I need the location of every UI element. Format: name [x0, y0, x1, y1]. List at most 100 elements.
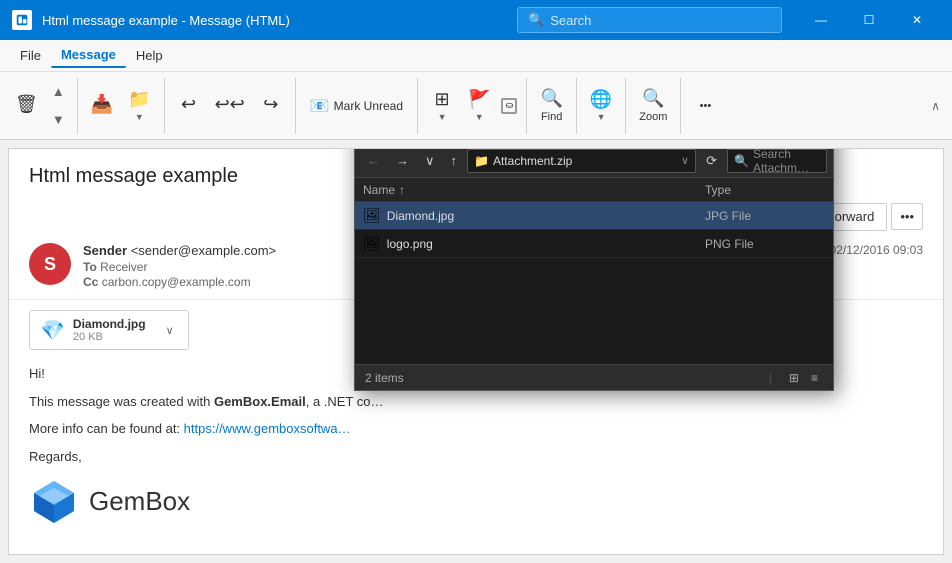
categorize-button[interactable]: ⊞ ▼ — [424, 78, 460, 134]
fe-file-logo-name: logo.png — [387, 237, 705, 251]
delete-down-arrow[interactable]: ▼ — [46, 106, 71, 134]
translate-button[interactable]: 🌐 ▼ — [583, 78, 619, 134]
menu-bar: File Message Help — [0, 40, 952, 72]
flag-icon: 🚩 — [468, 89, 490, 110]
fe-refresh-button[interactable]: ⟳ — [700, 150, 723, 172]
zoom-button[interactable]: 🔍 Zoom — [632, 78, 674, 134]
delete-icon: 🗑 — [15, 94, 38, 115]
fe-column-header: Name ↑ Type — [355, 178, 833, 202]
menu-file[interactable]: File — [10, 44, 51, 67]
maximize-button[interactable]: ☐ — [846, 0, 892, 40]
fe-address-bar[interactable]: 📁 Attachment.zip ∨ — [467, 149, 696, 173]
fe-file-diamond-type: JPG File — [705, 209, 825, 223]
flag-button[interactable]: 🚩 ▼ — [461, 78, 497, 134]
attachment-size: 20 KB — [73, 331, 146, 343]
close-button[interactable]: ✕ — [894, 0, 940, 40]
delete-button[interactable]: 🗑 — [8, 78, 45, 134]
reply-all-ribbon-button[interactable]: ↩↩ — [208, 78, 252, 134]
ribbon-collapse-button[interactable]: ∧ — [927, 95, 944, 117]
body-paragraph2: More info can be found at: https://www.g… — [29, 419, 923, 439]
find-label: Find — [541, 111, 562, 123]
forward-icon: ↪ — [263, 94, 278, 115]
attachment-box[interactable]: 💎 Diamond.jpg 20 KB ∨ — [29, 310, 189, 350]
email-more-button[interactable]: ••• — [891, 203, 923, 230]
fe-file-logo-icon: 🖼 — [363, 235, 381, 252]
fe-col-type[interactable]: Type — [705, 183, 825, 197]
fe-list-view-button[interactable]: ≡ — [806, 369, 823, 387]
gembox-brand-text: GemBox — [89, 486, 190, 517]
fe-status-bar: 2 items | ⊞ ≡ — [355, 364, 833, 390]
fe-file-logo-type: PNG File — [705, 237, 825, 251]
delete-nav: ▲ ▼ — [46, 78, 71, 134]
back-button[interactable]: ↩ — [171, 78, 207, 134]
delete-up-arrow[interactable]: ▲ — [46, 78, 71, 106]
menu-message[interactable]: Message — [51, 43, 126, 68]
search-box[interactable]: 🔍 — [517, 7, 782, 33]
app-logo — [12, 10, 32, 30]
ribbon-mark-group: 📧 Mark Unread — [302, 78, 418, 134]
fe-nav-chevron[interactable]: ∨ — [419, 150, 441, 172]
zoom-label: Zoom — [639, 111, 667, 123]
fe-grid-view-button[interactable]: ⊞ — [784, 369, 804, 387]
ribbon-archive-group: 📥 📁 ▼ — [84, 78, 165, 134]
reply-all-icon: ↩↩ — [215, 94, 245, 115]
find-icon: 🔍 — [540, 88, 562, 109]
fe-address-folder-icon: 📁 — [474, 154, 489, 168]
attachment-name: Diamond.jpg — [73, 317, 146, 331]
minimize-button[interactable]: — — [798, 0, 844, 40]
fe-file-diamond-name: Diamond.jpg — [387, 209, 705, 223]
fe-address-chevron-icon[interactable]: ∨ — [681, 154, 689, 167]
window-controls: — ☐ ✕ — [798, 0, 940, 40]
categorize-icon: ⊞ — [434, 89, 449, 110]
fe-file-diamond[interactable]: 🖼 Diamond.jpg JPG File — [355, 202, 833, 230]
fe-file-logo[interactable]: 🖼 logo.png PNG File — [355, 230, 833, 258]
ribbon-translate-group: 🌐 ▼ — [583, 78, 626, 134]
file-explorer-window: 📁 💾 ✏ Attachment.zip — ☐ ✕ File Home Sha… — [354, 148, 834, 391]
fe-col-name-label: Name — [363, 183, 395, 197]
zoom-icon: 🔍 — [642, 88, 664, 109]
back-icon: ↩ — [181, 94, 196, 115]
mark-unread-icon: 📧 — [310, 96, 330, 116]
fe-up-button[interactable]: ↑ — [445, 150, 464, 171]
gembox-link[interactable]: https://www.gemboxsoftwa… — [184, 421, 351, 436]
gembox-cube-icon — [29, 476, 79, 526]
fe-forward-button[interactable]: → — [390, 150, 415, 171]
fe-col-name[interactable]: Name ↑ — [363, 183, 705, 197]
ribbon-zoom-group: 🔍 Zoom — [632, 78, 681, 134]
more-icon: ••• — [700, 100, 712, 112]
menu-help[interactable]: Help — [126, 44, 173, 67]
fe-search-box[interactable]: 🔍 Search Attachm… — [727, 149, 827, 173]
archive-icon: 📥 — [91, 94, 113, 115]
move-button[interactable]: 📁 ▼ — [121, 78, 157, 134]
mark-unread-button[interactable]: 📧 Mark Unread — [302, 78, 411, 134]
body-paragraph1: This message was created with GemBox.Ema… — [29, 392, 923, 412]
fe-back-button[interactable]: ← — [361, 150, 386, 171]
ribbon-find-group: 🔍 Find — [533, 78, 576, 134]
window-title: Html message example - Message (HTML) — [42, 13, 517, 28]
attachment-chevron-icon[interactable]: ∨ — [166, 324, 174, 337]
ribbon-more-button[interactable]: ••• — [687, 78, 723, 134]
search-input[interactable] — [550, 13, 771, 28]
flag-extra-button[interactable]: ⛀ — [501, 98, 517, 114]
search-icon: 🔍 — [528, 12, 544, 28]
gembox-logo: GemBox — [29, 476, 923, 526]
ribbon-nav-group: ↩ ↩↩ ↪ — [171, 78, 296, 134]
fe-search-icon: 🔍 — [734, 154, 749, 168]
move-icon: 📁 — [128, 89, 150, 110]
archive-button[interactable]: 📥 — [84, 78, 120, 134]
fe-sort-icon: ↑ — [399, 183, 405, 197]
fe-file-diamond-icon: 🖼 — [363, 207, 381, 224]
fe-status-text: 2 items — [365, 371, 757, 385]
ribbon-tags-group: ⊞ ▼ 🚩 ▼ ⛀ — [424, 78, 527, 134]
forward-ribbon-button[interactable]: ↪ — [253, 78, 289, 134]
attach-file-icon: 💎 — [40, 318, 65, 343]
fe-search-placeholder: Search Attachm… — [753, 148, 820, 175]
find-button[interactable]: 🔍 Find — [533, 78, 569, 134]
fe-file-list: Name ↑ Type 🖼 Diamond.jpg JPG File 🖼 log… — [355, 178, 833, 364]
sender-avatar: S — [29, 243, 71, 285]
ribbon-delete-group: 🗑 ▲ ▼ — [8, 78, 78, 134]
ribbon: 🗑 ▲ ▼ 📥 📁 ▼ ↩ ↩↩ ↪ 📧 Mark Unr — [0, 72, 952, 140]
title-bar: Html message example - Message (HTML) 🔍 … — [0, 0, 952, 40]
fe-navigation: ← → ∨ ↑ 📁 Attachment.zip ∨ ⟳ 🔍 Search At… — [355, 148, 833, 178]
fe-address-text: Attachment.zip — [493, 154, 677, 168]
